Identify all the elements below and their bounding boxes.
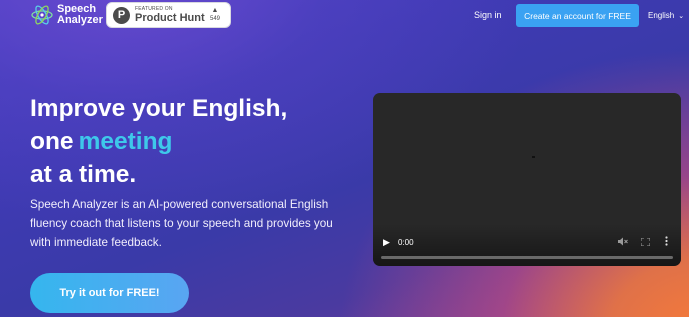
play-icon[interactable]: ▶	[383, 237, 390, 248]
language-label: English	[648, 11, 675, 20]
chevron-down-icon: ⌄	[678, 12, 685, 20]
upvote-arrow-icon: ▲	[211, 7, 219, 14]
producthunt-vote-count: 549	[209, 16, 220, 22]
video-frame-artifact	[532, 156, 535, 158]
speech-analyzer-logo-icon	[31, 5, 53, 25]
demo-video-player[interactable]: ▶ 0:00	[373, 93, 681, 266]
mute-icon[interactable]	[618, 237, 628, 246]
headline-line-1: Improve your English,	[30, 95, 288, 122]
logo[interactable]: Speech Analyzer	[30, 3, 117, 27]
video-progress-bar[interactable]	[381, 256, 673, 259]
headline-line-2: one meeting	[30, 128, 173, 155]
try-free-button[interactable]: Try it out for FREE!	[30, 273, 189, 313]
language-selector[interactable]: English ⌄	[648, 11, 684, 20]
video-time: 0:00	[398, 238, 414, 247]
producthunt-name: Product Hunt	[135, 12, 205, 24]
video-controls: ▶ 0:00	[373, 224, 681, 266]
hero-description: Speech Analyzer is an AI-powered convers…	[30, 198, 333, 249]
hero-headline: Improve your English, one meeting at a ti…	[30, 92, 287, 191]
headline-line-3: at a time.	[30, 161, 137, 188]
signin-link[interactable]: Sign in	[474, 10, 502, 20]
more-options-icon[interactable]	[665, 236, 668, 246]
producthunt-votes: ▲ 549	[208, 7, 222, 23]
top-header: Speech Analyzer P FEATURED ON Product Hu…	[0, 0, 689, 34]
fullscreen-icon[interactable]	[641, 238, 650, 246]
producthunt-p-icon: P	[113, 6, 130, 24]
producthunt-badge[interactable]: P FEATURED ON Product Hunt ▲ 549	[106, 2, 231, 28]
create-account-button[interactable]: Create an account for FREE	[516, 4, 639, 27]
headline-accent-word: meeting	[78, 128, 173, 155]
